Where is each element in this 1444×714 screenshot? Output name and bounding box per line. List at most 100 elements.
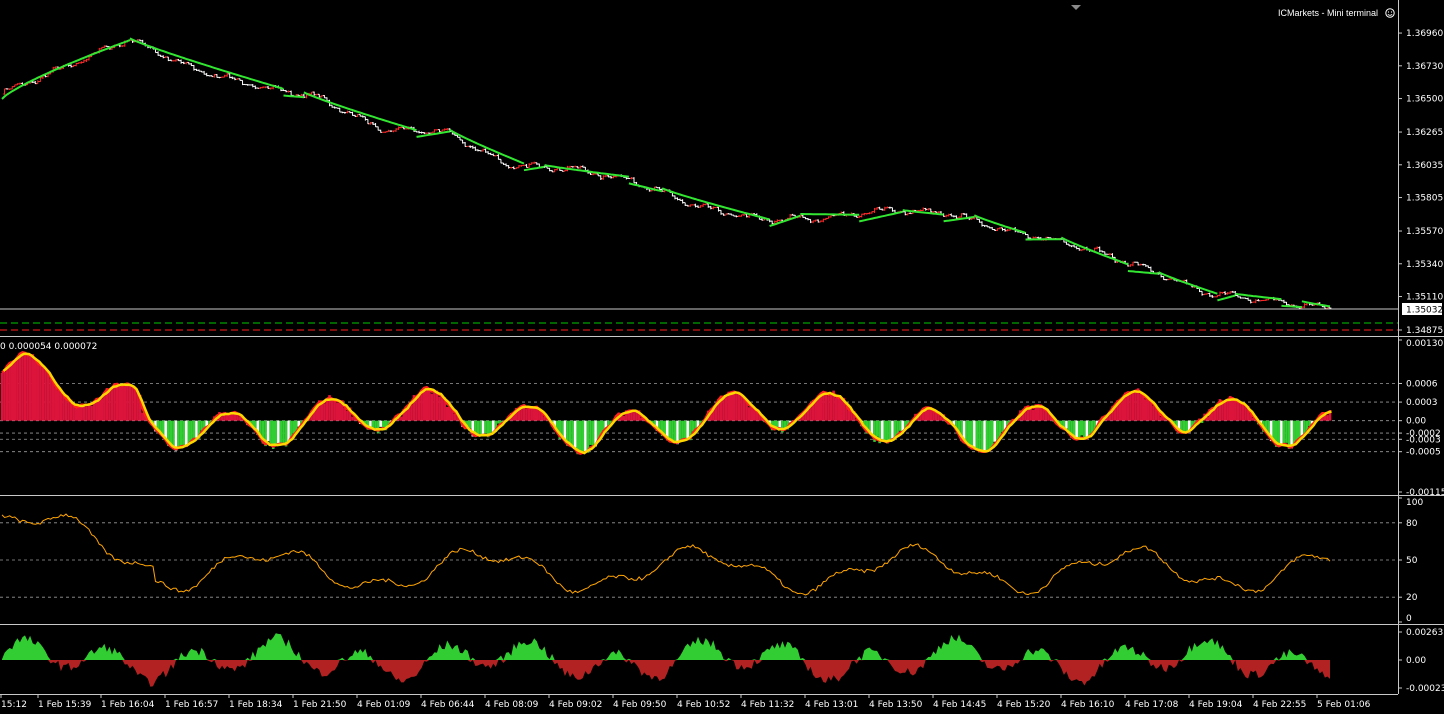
time-axis-label: 4 Feb 15:20	[997, 700, 1051, 710]
oscillator-bar	[428, 388, 431, 421]
oscillator-bar	[415, 398, 418, 421]
oscillator-bar	[1295, 420, 1299, 441]
oscillator-bar	[834, 397, 838, 421]
oscillator-bar	[179, 420, 183, 448]
scale-label: -0.0003	[1406, 435, 1441, 445]
oscillator-bar	[732, 390, 736, 421]
oscillator-bar	[133, 388, 137, 421]
oscillator-bar	[735, 394, 738, 421]
oscillator-bar	[1159, 417, 1163, 421]
oscillator-bar	[561, 420, 564, 436]
oscillator-bar	[123, 384, 127, 421]
oscillator-bar	[33, 359, 37, 421]
oscillator-bar	[282, 420, 285, 443]
oscillator-bar	[880, 420, 884, 439]
time-axis-label: 4 Feb 17:08	[1125, 700, 1179, 710]
oscillator-bar	[274, 420, 278, 444]
oscillator-bar	[425, 386, 429, 421]
oscillator-bar	[1129, 392, 1132, 421]
oscillator-bar	[819, 394, 823, 421]
oscillator-bar	[417, 394, 421, 421]
oscillator-bar	[980, 420, 984, 452]
oscillator-bar	[220, 416, 224, 421]
oscillator-bar	[932, 411, 935, 421]
oscillator-bar	[530, 408, 533, 421]
oscillator-bar	[338, 400, 342, 421]
oscillator-bar	[1282, 420, 1286, 444]
oscillator-bar	[678, 420, 682, 440]
oscillator-bar	[1231, 398, 1235, 421]
oscillator-bar	[54, 387, 58, 421]
oscillator-bar	[39, 365, 42, 421]
oscillator-bar	[484, 420, 487, 434]
oscillator-bar	[269, 420, 272, 445]
oscillator-bar	[827, 396, 830, 421]
oscillator-bar	[113, 383, 116, 421]
current-price-label: 1.35032	[1406, 306, 1443, 316]
oscillator-bar	[1131, 392, 1135, 421]
price-scale-label: 1.35110	[1406, 293, 1443, 303]
oscillator-bar	[1134, 391, 1137, 421]
oscillator-bar	[16, 357, 19, 421]
trend-line-segment	[800, 213, 860, 216]
time-axis-label: 1 Feb 21:50	[293, 700, 347, 710]
time-axis-label: 4 Feb 16:10	[1061, 700, 1115, 710]
oscillator-bar	[292, 420, 295, 434]
oscillator-status: 0 0.000054 0.000072	[0, 342, 97, 352]
oscillator-bar	[722, 397, 725, 421]
oscillator-bar	[1121, 398, 1125, 421]
oscillator-bar	[970, 420, 974, 449]
oscillator-bar	[622, 415, 626, 421]
scale-label: 0.0003	[1406, 398, 1438, 408]
oscillator-bar	[1182, 420, 1186, 432]
oscillator-bar	[1241, 404, 1245, 421]
time-axis-label: 15:12	[1, 700, 27, 710]
oscillator-bar	[1300, 420, 1304, 436]
oscillator-bar	[681, 420, 684, 441]
oscillator-bar	[671, 420, 674, 442]
time-axis-label: 1 Feb 16:04	[101, 700, 155, 710]
oscillator-bar	[568, 420, 572, 445]
oscillator-bar	[410, 404, 413, 421]
time-axis-label: 4 Feb 01:09	[357, 700, 411, 710]
oscillator-bar	[110, 388, 114, 421]
oscillator-bar	[847, 410, 851, 421]
time-axis-label: 1 Feb 18:34	[229, 700, 283, 710]
oscillator-bar	[891, 420, 894, 439]
oscillator-bar	[41, 365, 45, 421]
oscillator-bar	[8, 362, 11, 421]
price-scale-label: 1.35570	[1406, 227, 1443, 237]
oscillator-bar	[973, 420, 976, 449]
oscillator-bar	[1136, 388, 1140, 421]
oscillator-bar	[584, 420, 587, 452]
oscillator-bar	[0, 372, 4, 421]
scale-label: 0.00	[1406, 417, 1426, 427]
oscillator-bar	[399, 416, 403, 421]
oscillator-bar	[335, 403, 339, 421]
time-axis-label: 1 Feb 15:39	[38, 700, 92, 710]
oscillator-bar	[51, 380, 55, 421]
oscillator-bar	[737, 391, 741, 421]
oscillator-bar	[525, 408, 528, 421]
oscillator-bar	[118, 386, 122, 421]
time-axis-label: 4 Feb 09:50	[613, 700, 667, 710]
price-scale-label: 1.36500	[1406, 95, 1443, 105]
oscillator-bar	[883, 420, 887, 442]
oscillator-bar	[10, 361, 14, 421]
time-axis-label: 4 Feb 19:04	[1189, 700, 1243, 710]
oscillator-bar	[814, 401, 817, 421]
oscillator-bar	[433, 390, 436, 421]
oscillator-bar	[277, 420, 280, 445]
oscillator-bar	[532, 407, 536, 421]
oscillator-bar	[74, 408, 78, 421]
scale-label: 50	[1406, 556, 1418, 566]
oscillator-bar	[445, 406, 449, 421]
scale-label: 0.00	[1406, 656, 1426, 666]
oscillator-bar	[1326, 415, 1329, 421]
trading-chart-window[interactable]: ICMarkets - Mini terminal 1.35032 1.3696…	[0, 0, 1444, 714]
oscillator-bar	[683, 420, 687, 439]
oscillator-bar	[673, 420, 677, 442]
oscillator-bar	[100, 398, 104, 421]
terminal-label[interactable]: ICMarkets - Mini terminal	[1278, 8, 1378, 18]
oscillator-bar	[476, 420, 480, 435]
